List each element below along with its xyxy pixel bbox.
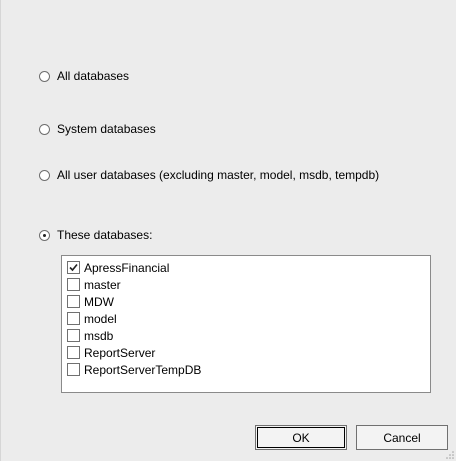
resize-grip-icon[interactable] xyxy=(445,450,455,460)
radio-button-selected-icon[interactable] xyxy=(39,229,50,241)
radio-all-databases[interactable]: All databases xyxy=(39,69,129,83)
database-name: model xyxy=(84,311,117,326)
radio-label-system-databases: System databases xyxy=(57,122,156,136)
database-name: master xyxy=(84,277,121,292)
database-list-item[interactable]: ReportServerTempDB xyxy=(62,361,430,378)
database-list[interactable]: ApressFinancial master MDW model msdb Re… xyxy=(61,255,431,393)
radio-button-icon[interactable] xyxy=(39,123,50,135)
database-name: ReportServer xyxy=(84,345,156,360)
cancel-button[interactable]: Cancel xyxy=(356,425,448,450)
checkbox-icon[interactable] xyxy=(67,346,80,359)
checkbox-icon[interactable] xyxy=(67,363,80,376)
radio-these-databases[interactable]: These databases: xyxy=(39,228,152,242)
database-list-item[interactable]: ReportServer xyxy=(62,344,430,361)
radio-label-these-databases: These databases: xyxy=(57,228,153,242)
database-name: ApressFinancial xyxy=(84,260,170,275)
checkbox-icon[interactable] xyxy=(67,312,80,325)
radio-button-icon[interactable] xyxy=(39,169,50,181)
radio-all-user-databases[interactable]: All user databases (excluding master, mo… xyxy=(39,168,387,182)
database-name: msdb xyxy=(84,328,114,343)
radio-system-databases[interactable]: System databases xyxy=(39,122,156,136)
radio-button-icon[interactable] xyxy=(39,70,50,82)
radio-label-all-user-databases: All user databases (excluding master, mo… xyxy=(57,168,380,182)
database-list-item[interactable]: master xyxy=(62,276,430,293)
radio-label-all-databases: All databases xyxy=(57,69,130,83)
database-list-item[interactable]: msdb xyxy=(62,327,430,344)
checkbox-icon[interactable] xyxy=(67,278,80,291)
checkbox-icon[interactable] xyxy=(67,329,80,342)
checkmark-icon xyxy=(69,263,78,272)
database-list-item[interactable]: ApressFinancial xyxy=(62,259,430,276)
checkbox-icon[interactable] xyxy=(67,295,80,308)
database-name: ReportServerTempDB xyxy=(84,362,202,377)
database-selection-dialog: All databases System databases All user … xyxy=(0,0,456,461)
database-list-item[interactable]: model xyxy=(62,310,430,327)
checkbox-checked-icon[interactable] xyxy=(67,261,80,274)
database-name: MDW xyxy=(84,294,114,309)
ok-button[interactable]: OK xyxy=(255,425,347,450)
database-list-item[interactable]: MDW xyxy=(62,293,430,310)
